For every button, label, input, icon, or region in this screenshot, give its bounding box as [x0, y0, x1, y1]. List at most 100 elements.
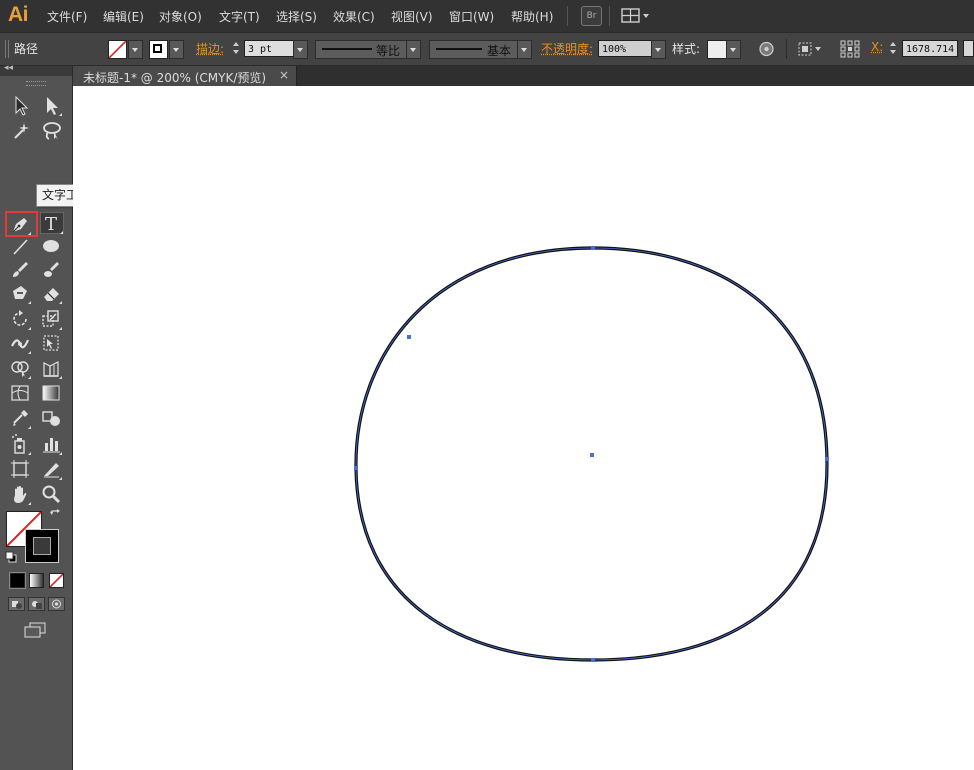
menu-object[interactable]: 对象(O)	[159, 8, 202, 25]
screen-mode-button[interactable]	[23, 621, 47, 639]
menu-view[interactable]: 视图(V)	[391, 8, 433, 25]
hand-icon	[14, 486, 27, 503]
canvas-artwork	[354, 246, 829, 662]
paintbrush-tool[interactable]	[9, 258, 31, 280]
type-tool[interactable]: T	[41, 212, 63, 235]
width-tool[interactable]	[9, 332, 31, 354]
x-coordinate-input[interactable]: 1678.714	[902, 40, 958, 57]
chevron-down-icon[interactable]	[651, 40, 666, 59]
free-transform-icon	[43, 335, 59, 351]
gradient-icon	[42, 385, 60, 401]
blend-tool[interactable]	[40, 407, 62, 429]
selection-tool[interactable]	[9, 94, 31, 116]
perspective-grid-icon	[43, 361, 59, 377]
draw-normal-button[interactable]	[8, 597, 25, 611]
column-graph-tool[interactable]	[40, 433, 62, 455]
stroke-weight-dropdown[interactable]	[293, 40, 308, 59]
tools-panel-header: ◂◂	[0, 63, 72, 76]
slice-icon	[44, 463, 59, 478]
menu-bar: Ai 文件(F) 编辑(E) 对象(O) 文字(T) 选择(S) 效果(C) 视…	[0, 0, 974, 32]
zoom-tool[interactable]	[40, 483, 62, 505]
stroke-color-dropdown[interactable]	[149, 40, 184, 59]
control-bar: 路径 描边: 3 pt 等比 基本 不透明度: 100% 样式: X: 1678…	[0, 32, 974, 66]
collapse-panel-icon[interactable]: ◂◂	[4, 63, 13, 73]
anchor-point[interactable]	[591, 658, 595, 662]
draw-inside-button[interactable]	[48, 597, 65, 611]
line-icon	[13, 239, 28, 255]
x-coordinate-label[interactable]: X:	[871, 40, 883, 54]
anchor-point[interactable]	[354, 466, 358, 470]
bridge-button[interactable]: Br	[581, 6, 602, 26]
opacity-panel-link[interactable]: 不透明度:	[541, 40, 593, 57]
magic-wand-tool[interactable]	[9, 119, 31, 141]
scale-tool[interactable]	[40, 308, 62, 330]
anchor-point[interactable]	[825, 457, 829, 461]
pen-tool[interactable]	[9, 213, 31, 235]
symbol-sprayer-icon	[12, 434, 25, 454]
swap-fill-stroke-icon[interactable]	[49, 509, 61, 521]
y-coordinate-input-partial[interactable]	[963, 40, 974, 57]
stroke-swatch[interactable]	[25, 529, 59, 563]
chevron-down-icon[interactable]	[517, 40, 532, 59]
brush-definition-dropdown[interactable]: 基本	[429, 40, 519, 59]
anchor-point[interactable]	[407, 335, 411, 339]
graphic-style-swatch[interactable]	[707, 40, 727, 59]
default-fill-stroke-icon[interactable]	[5, 551, 17, 563]
shape-builder-tool[interactable]	[9, 357, 31, 379]
screen-mode-icon	[24, 622, 46, 638]
document-tab[interactable]: 未标题-1* @ 200% (CMYK/预览) ×	[73, 66, 297, 86]
recolor-artwork-icon[interactable]	[758, 41, 775, 57]
reference-point-icon[interactable]	[840, 40, 860, 58]
chevron-down-icon[interactable]	[406, 40, 421, 59]
ellipse-tool[interactable]	[40, 235, 62, 257]
artboard-tool[interactable]	[9, 458, 31, 480]
stroke-panel-link[interactable]: 描边:	[196, 40, 224, 57]
menu-effect[interactable]: 效果(C)	[333, 8, 375, 25]
gradient-tool[interactable]	[40, 382, 62, 404]
draw-behind-button[interactable]	[28, 597, 45, 611]
stroke-weight-input[interactable]: 3 pt	[244, 40, 296, 57]
artboard-canvas[interactable]	[73, 86, 974, 770]
none-mode-button[interactable]	[49, 573, 64, 588]
x-coordinate-spinner[interactable]	[888, 40, 898, 57]
panel-grip[interactable]	[26, 81, 46, 86]
pen-icon	[12, 218, 27, 233]
menu-help[interactable]: 帮助(H)	[511, 8, 553, 25]
menu-file[interactable]: 文件(F)	[47, 8, 87, 25]
tools-panel: ◂◂ T	[0, 63, 73, 770]
line-segment-tool[interactable]	[9, 235, 31, 257]
menu-type[interactable]: 文字(T)	[219, 8, 260, 25]
perspective-grid-tool[interactable]	[40, 357, 62, 379]
style-label: 样式:	[672, 42, 701, 56]
mesh-icon	[11, 385, 29, 401]
direct-selection-tool[interactable]	[40, 94, 62, 116]
free-transform-tool[interactable]	[40, 332, 62, 354]
gradient-mode-button[interactable]	[29, 573, 44, 588]
chevron-down-icon	[128, 40, 143, 59]
symbol-sprayer-tool[interactable]	[9, 433, 31, 455]
menu-edit[interactable]: 编辑(E)	[103, 8, 144, 25]
stroke-weight-spinner[interactable]	[231, 40, 241, 57]
lasso-tool[interactable]	[40, 119, 62, 141]
eyedropper-tool[interactable]	[9, 407, 31, 429]
anchor-point[interactable]	[591, 246, 595, 250]
direct-selection-icon	[47, 97, 58, 115]
close-icon[interactable]: ×	[279, 68, 289, 82]
hand-tool[interactable]	[9, 483, 31, 505]
fill-color-dropdown[interactable]	[108, 40, 143, 59]
align-options-icon[interactable]	[797, 41, 825, 57]
arrange-documents-button[interactable]	[621, 7, 653, 25]
blob-brush-tool[interactable]	[40, 258, 62, 280]
menu-window[interactable]: 窗口(W)	[449, 8, 494, 25]
menu-select[interactable]: 选择(S)	[276, 8, 317, 25]
slice-tool[interactable]	[40, 458, 62, 480]
chevron-down-icon[interactable]	[726, 40, 741, 59]
color-mode-button[interactable]	[9, 572, 26, 589]
eraser-tool[interactable]	[40, 282, 62, 304]
variable-width-profile-dropdown[interactable]: 等比	[315, 40, 409, 59]
mesh-tool[interactable]	[9, 382, 31, 404]
rotate-tool[interactable]	[9, 308, 31, 330]
shaper-tool[interactable]	[9, 282, 31, 304]
opacity-input[interactable]: 100%	[598, 40, 654, 57]
stroke-swatch-small	[149, 40, 168, 59]
